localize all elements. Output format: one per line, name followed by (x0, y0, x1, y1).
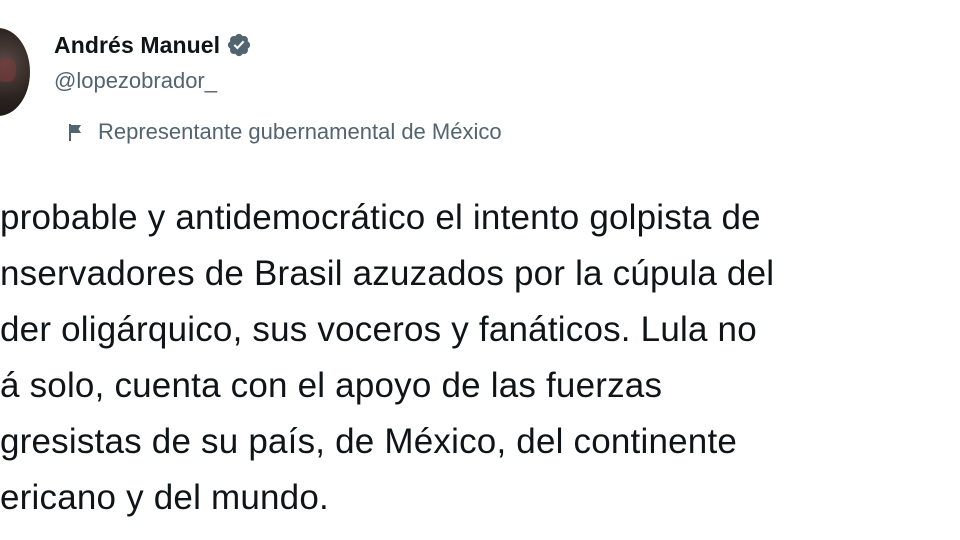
author-name[interactable]: Andrés Manuel (54, 32, 220, 59)
tweet-text-line: ericano y del mundo. (0, 478, 329, 517)
author-name-row: Andrés Manuel (54, 28, 252, 62)
flag-icon (64, 120, 88, 144)
tweet-text-line: nservadores de Brasil azuzados por la cú… (0, 254, 775, 293)
avatar[interactable] (0, 28, 30, 116)
tweet-text-line: gresistas de su país, de México, del con… (0, 422, 738, 461)
tweet-text-line: á solo, cuenta con el apoyo de las fuerz… (0, 366, 663, 405)
tweet-text-line: probable y antidemocrático el intento go… (0, 198, 761, 237)
affiliation-label: Representante gubernamental de México (64, 116, 502, 148)
tweet-text: probable y antidemocrático el intento go… (0, 190, 960, 526)
verified-badge-icon[interactable] (226, 32, 252, 58)
tweet-card: Andrés Manuel @lopezobrador_ Representan… (0, 0, 960, 540)
tweet-text-line: der oligárquico, sus voceros y fanáticos… (0, 310, 757, 349)
avatar-photo-detail (0, 58, 16, 82)
tweet-header: Andrés Manuel @lopezobrador_ (54, 28, 252, 96)
author-handle[interactable]: @lopezobrador_ (54, 66, 252, 96)
affiliation-label-text: Representante gubernamental de México (98, 119, 502, 144)
